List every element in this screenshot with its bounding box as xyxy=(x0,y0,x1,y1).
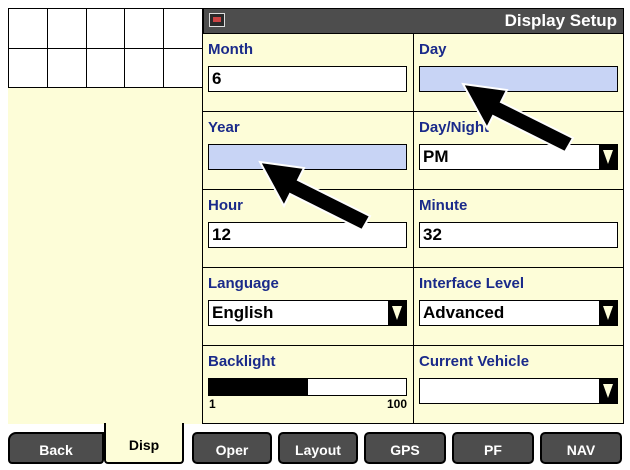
interface-level-value: Advanced xyxy=(423,303,505,322)
dropdown-arrow-icon[interactable] xyxy=(388,301,406,325)
form-row: Month 6 Day xyxy=(203,34,623,112)
year-label: Year xyxy=(208,119,240,136)
day-night-cell: Day/Night PM xyxy=(413,112,623,190)
tab-nav[interactable]: NAV xyxy=(540,432,622,464)
language-label: Language xyxy=(208,275,279,292)
tab-bar: Back Disp Oper Layout GPS PF NAV xyxy=(8,423,624,470)
form-row: Hour 12 Minute 32 xyxy=(203,190,623,268)
form-row: Language English Interface Level Advance… xyxy=(203,268,623,346)
tab-gps[interactable]: GPS xyxy=(364,432,446,464)
grid-cell[interactable] xyxy=(164,48,203,88)
month-cell: Month 6 xyxy=(203,34,413,112)
grid-cell[interactable] xyxy=(125,48,165,88)
display-icon xyxy=(209,13,225,27)
current-vehicle-dropdown[interactable] xyxy=(419,378,618,404)
tab-pf[interactable]: PF xyxy=(452,432,534,464)
language-dropdown[interactable]: English xyxy=(208,300,407,326)
backlight-cell: Backlight 1 100 xyxy=(203,346,413,424)
year-field[interactable] xyxy=(208,144,407,170)
current-vehicle-cell: Current Vehicle xyxy=(413,346,623,424)
backlight-max: 100 xyxy=(386,397,407,411)
layout-grid xyxy=(8,8,203,88)
day-label: Day xyxy=(419,41,447,58)
day-night-label: Day/Night xyxy=(419,119,490,136)
dropdown-arrow-icon[interactable] xyxy=(599,379,617,403)
minute-cell: Minute 32 xyxy=(413,190,623,268)
day-night-dropdown[interactable]: PM xyxy=(419,144,618,170)
tab-layout[interactable]: Layout xyxy=(278,432,358,464)
form-row: Year Day/Night PM xyxy=(203,112,623,190)
grid-cell[interactable] xyxy=(86,48,126,88)
dropdown-arrow-icon[interactable] xyxy=(599,145,617,169)
backlight-level-fill xyxy=(209,379,308,395)
grid-cell[interactable] xyxy=(164,9,203,49)
settings-form: Month 6 Day Year Day/Night PM Hour 12 Mi… xyxy=(203,34,624,424)
minute-label: Minute xyxy=(419,197,468,214)
day-field[interactable] xyxy=(419,66,618,92)
month-field[interactable]: 6 xyxy=(208,66,407,92)
day-cell: Day xyxy=(413,34,623,112)
language-value: English xyxy=(212,303,274,322)
interface-level-cell: Interface Level Advanced xyxy=(413,268,623,346)
tab-disp[interactable]: Disp xyxy=(104,423,184,464)
hour-cell: Hour 12 xyxy=(203,190,413,268)
grid-cell[interactable] xyxy=(86,9,126,49)
backlight-label: Backlight xyxy=(208,353,276,370)
current-vehicle-label: Current Vehicle xyxy=(419,353,530,370)
backlight-slider[interactable] xyxy=(208,378,407,396)
grid-cell[interactable] xyxy=(9,9,48,49)
interface-level-label: Interface Level xyxy=(419,275,525,292)
page-title: Display Setup xyxy=(504,11,617,30)
dropdown-arrow-icon[interactable] xyxy=(599,301,617,325)
hour-label: Hour xyxy=(208,197,243,214)
grid-cell[interactable] xyxy=(125,9,165,49)
tab-back[interactable]: Back xyxy=(8,432,104,464)
title-bar: Display Setup xyxy=(203,8,624,34)
form-row: Backlight 1 100 Current Vehicle xyxy=(203,346,623,424)
grid-cell[interactable] xyxy=(47,9,87,49)
left-panel xyxy=(8,88,203,424)
year-cell: Year xyxy=(203,112,413,190)
interface-level-dropdown[interactable]: Advanced xyxy=(419,300,618,326)
minute-field[interactable]: 32 xyxy=(419,222,618,248)
hour-field[interactable]: 12 xyxy=(208,222,407,248)
grid-cell[interactable] xyxy=(9,48,48,88)
month-label: Month xyxy=(208,41,253,58)
tab-oper[interactable]: Oper xyxy=(192,432,272,464)
backlight-min: 1 xyxy=(209,397,216,411)
language-cell: Language English xyxy=(203,268,413,346)
day-night-value: PM xyxy=(423,147,449,166)
grid-cell[interactable] xyxy=(47,48,87,88)
